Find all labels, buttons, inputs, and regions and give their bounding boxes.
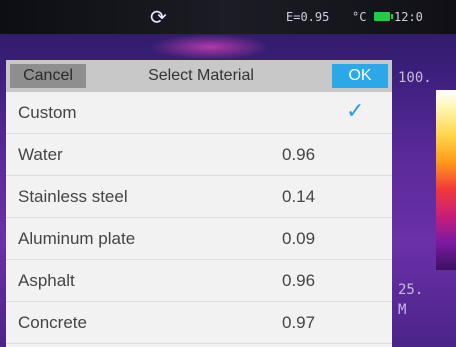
emissivity-value: 0.14 — [282, 187, 316, 206]
material-item-aluminum-plate[interactable]: Aluminum plate 0.09 — [6, 218, 392, 260]
emissivity-readout: E=0.95 — [286, 10, 330, 24]
material-name: Custom — [18, 103, 77, 122]
material-name: Water — [18, 145, 63, 164]
emissivity-value: 0.09 — [282, 229, 316, 248]
temperature-color-bar — [436, 90, 456, 270]
checkmark-icon: ✓ — [346, 99, 365, 124]
dialog-title: Select Material — [148, 67, 254, 84]
material-name: Stainless steel — [18, 187, 128, 206]
status-bar: ⟳ E=0.95 °C 12:0 — [0, 0, 456, 34]
material-item-concrete[interactable]: Concrete 0.97 — [6, 302, 392, 344]
refresh-icon[interactable]: ⟳ — [150, 6, 172, 28]
thermal-image-hotspot — [150, 34, 270, 60]
material-name: Asphalt — [18, 271, 75, 290]
material-item-water[interactable]: Water 0.96 — [6, 134, 392, 176]
cancel-button[interactable]: Cancel — [10, 64, 86, 88]
battery-icon — [374, 12, 393, 21]
ok-button[interactable]: OK — [332, 64, 388, 88]
dialog-header: Cancel Select Material OK — [6, 60, 392, 92]
mode-indicator: M — [398, 302, 407, 318]
material-list: Custom ✓ Water 0.96 Stainless steel 0.14… — [6, 92, 392, 344]
temperature-unit: °C — [352, 10, 367, 24]
material-name: Concrete — [18, 313, 87, 332]
material-item-stainless-steel[interactable]: Stainless steel 0.14 — [6, 176, 392, 218]
emissivity-value: 0.96 — [282, 271, 316, 290]
material-item-asphalt[interactable]: Asphalt 0.96 — [6, 260, 392, 302]
select-material-dialog: Cancel Select Material OK Custom ✓ Water… — [6, 60, 392, 347]
clock-time: 12:0 — [394, 10, 423, 24]
emissivity-value: 0.96 — [282, 145, 316, 164]
material-item-custom[interactable]: Custom ✓ — [6, 92, 392, 134]
material-name: Aluminum plate — [18, 229, 136, 248]
scale-max-temp: 100. — [398, 70, 432, 86]
emissivity-value: 0.97 — [282, 313, 316, 332]
scale-min-temp: 25. — [398, 282, 424, 298]
thermal-camera-screen: ⟳ E=0.95 °C 12:0 Cancel Select Material … — [0, 0, 456, 347]
